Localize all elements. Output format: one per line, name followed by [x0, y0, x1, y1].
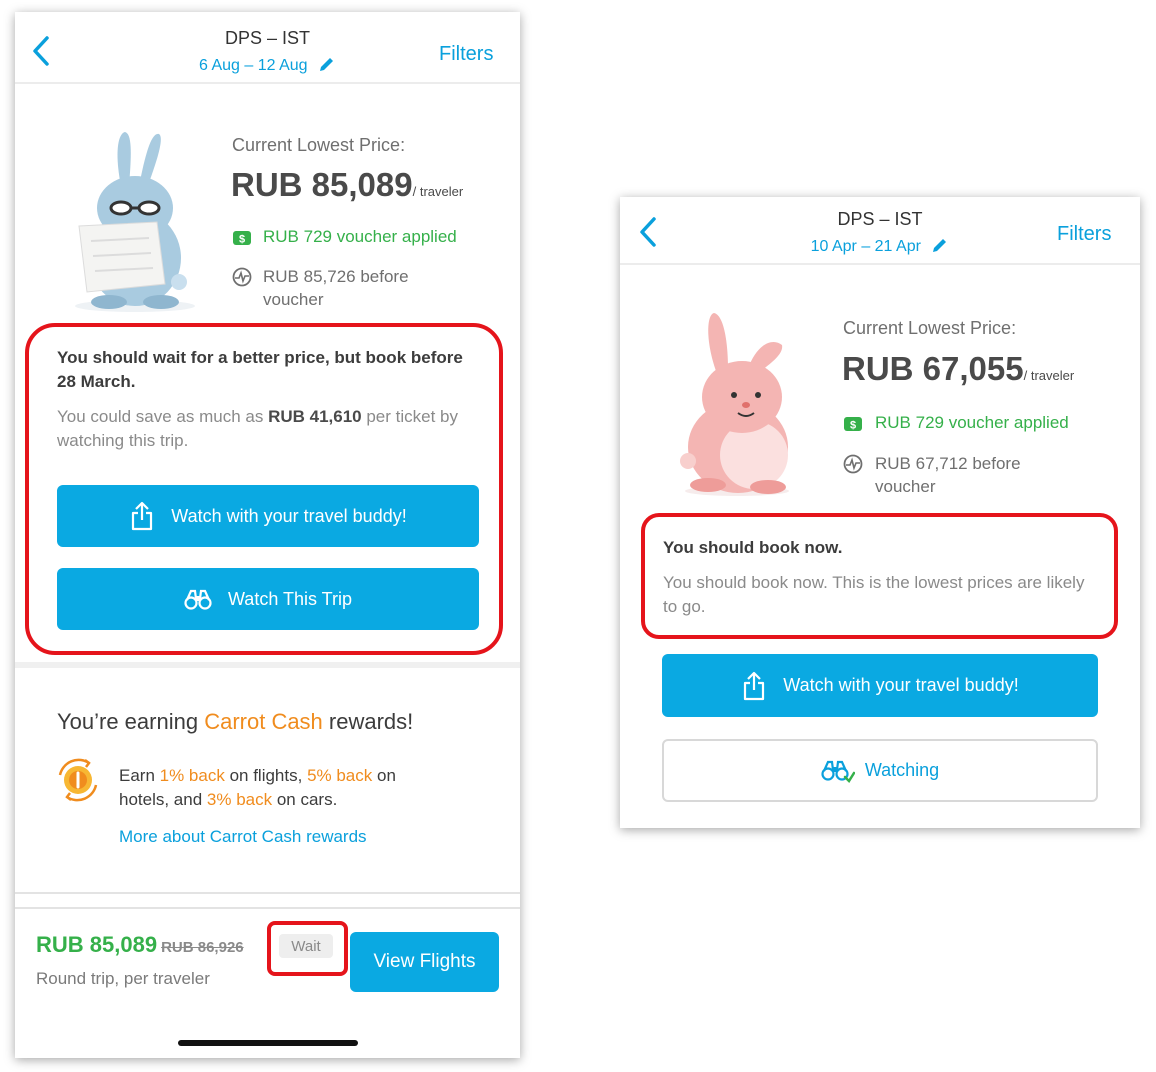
watching-label: Watching: [864, 760, 940, 780]
rewards-title-start: You’re earning: [57, 709, 205, 734]
rewards-title: You’re earning Carrot Cash rewards!: [57, 709, 413, 735]
top-bar: DPS – IST 6 Aug – 12 Aug Filters: [15, 12, 520, 84]
current-price: RUB 85,089/ traveler: [231, 166, 463, 204]
advice-highlight-box: [25, 323, 503, 655]
carrot-cash-more-link[interactable]: More about Carrot Cash rewards: [119, 827, 367, 847]
before-voucher-text: RUB 85,726 before voucher: [263, 267, 409, 309]
earn-text-4: on cars.: [272, 790, 338, 809]
footer-divider: [15, 907, 520, 909]
current-price-value: RUB 67,055: [842, 350, 1024, 387]
cars-percent: 3% back: [206, 790, 273, 809]
bunny-mascot-smiling-icon: [680, 313, 789, 496]
carrot-cash-brand: Carrot Cash: [204, 709, 323, 734]
current-price-value: RUB 85,089: [231, 166, 413, 203]
svg-text:$: $: [850, 420, 856, 432]
per-traveler-label: / traveler: [412, 184, 464, 199]
filters-button[interactable]: Filters: [439, 43, 493, 66]
bunny-mascot-reading-icon: [75, 132, 195, 312]
wait-badge-highlight: [267, 921, 348, 976]
view-flights-button[interactable]: View Flights: [350, 932, 499, 992]
pencil-icon: [320, 58, 333, 71]
watching-button[interactable]: Watching: [662, 739, 1098, 802]
earn-text-2: on flights,: [224, 766, 308, 785]
footer-subtitle: Round trip, per traveler: [36, 969, 210, 988]
voucher-ticket-icon: $: [844, 417, 862, 432]
price-history-icon: [232, 267, 252, 287]
hotels-percent: 5% back: [307, 766, 373, 785]
date-range-label: 6 Aug – 12 Aug: [199, 57, 308, 74]
date-range-label: 10 Apr – 21 Apr: [810, 238, 921, 255]
carrot-cash-coin-icon: [58, 758, 98, 802]
voucher-ticket-icon: $: [233, 231, 251, 246]
screen-book-now-advice: DPS – IST 10 Apr – 21 Apr Filters Curren…: [620, 197, 1140, 828]
footer-divider-top: [15, 892, 520, 894]
footer-price-value: RUB 85,089: [36, 932, 158, 957]
home-indicator[interactable]: [178, 1040, 358, 1046]
footer-old-price: RUB 86,926: [161, 939, 244, 956]
lowest-price-label: Current Lowest Price:: [843, 318, 1017, 338]
rewards-description: Earn 1% back on flights, 5% back on hote…: [119, 764, 449, 812]
voucher-applied-text: RUB 729 voucher applied: [875, 413, 1069, 432]
per-traveler-label: / traveler: [1023, 368, 1075, 383]
watch-with-buddy-label: Watch with your travel buddy!: [783, 675, 1019, 695]
share-icon: [744, 671, 765, 700]
voucher-applied-text: RUB 729 voucher applied: [263, 227, 457, 246]
top-bar: DPS – IST 10 Apr – 21 Apr Filters: [620, 197, 1140, 265]
flights-percent: 1% back: [159, 766, 225, 785]
advice-highlight-box: [641, 513, 1118, 639]
earn-text-1: Earn: [119, 766, 160, 785]
before-voucher-text: RUB 67,712 before voucher: [875, 454, 1021, 496]
footer-price: RUB 85,089 RUB 86,926: [36, 932, 244, 958]
filters-button[interactable]: Filters: [1057, 223, 1111, 246]
screen-wait-advice: DPS – IST 6 Aug – 12 Aug Filters Current…: [15, 12, 520, 1058]
section-divider: [15, 662, 520, 668]
lowest-price-label: Current Lowest Price:: [232, 135, 406, 155]
pencil-icon: [933, 239, 947, 252]
rewards-title-end: rewards!: [322, 709, 414, 734]
watch-with-buddy-button[interactable]: Watch with your travel buddy!: [662, 654, 1098, 717]
price-history-icon: [843, 454, 863, 474]
binoculars-check-icon: [821, 760, 855, 783]
svg-text:$: $: [239, 234, 245, 246]
current-price: RUB 67,055/ traveler: [842, 350, 1074, 388]
